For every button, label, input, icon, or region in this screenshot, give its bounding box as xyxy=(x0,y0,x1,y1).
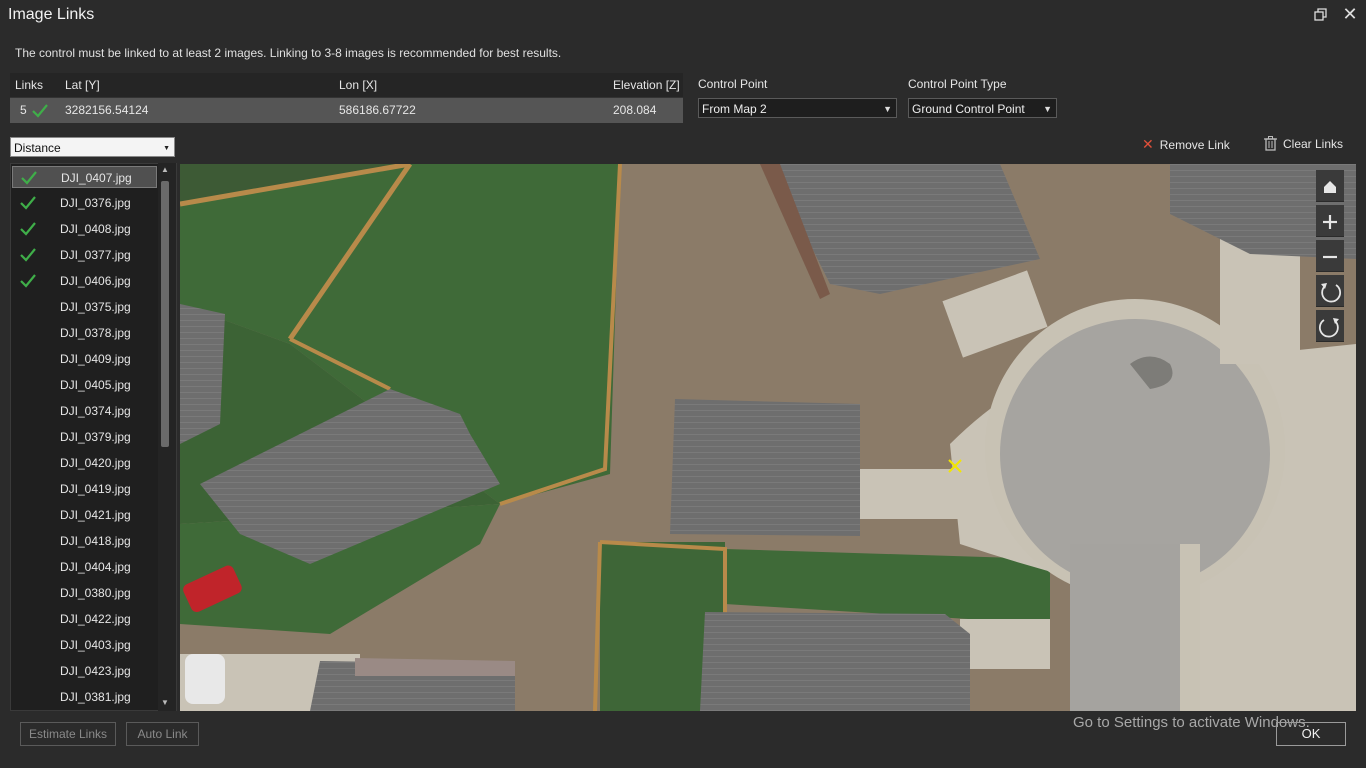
close-icon[interactable]: ✕ xyxy=(1340,5,1360,25)
zoom-in-icon[interactable] xyxy=(1316,205,1344,237)
activate-windows-watermark: Go to Settings to activate Windows. xyxy=(1073,714,1310,731)
list-item[interactable]: DJI_0418.jpg xyxy=(12,530,157,552)
list-item[interactable]: DJI_0404.jpg xyxy=(12,556,157,578)
window-title: Image Links xyxy=(8,6,95,23)
estimate-links-button[interactable]: Estimate Links xyxy=(20,722,116,746)
image-name: DJI_0423.jpg xyxy=(60,664,131,678)
link-check-icon xyxy=(32,102,48,126)
list-item[interactable]: DJI_0380.jpg xyxy=(12,582,157,604)
list-item[interactable]: DJI_0374.jpg xyxy=(12,400,157,422)
check-icon xyxy=(20,192,36,214)
list-item[interactable]: DJI_0381.jpg xyxy=(12,686,157,708)
image-name: DJI_0381.jpg xyxy=(60,690,131,704)
chevron-down-icon: ▼ xyxy=(1043,104,1052,114)
image-name: DJI_0404.jpg xyxy=(60,560,131,574)
image-name: DJI_0375.jpg xyxy=(60,300,131,314)
scroll-thumb[interactable] xyxy=(161,181,169,447)
row-lat: 3282156.54124 xyxy=(65,103,149,117)
control-point-value: From Map 2 xyxy=(702,102,767,116)
zoom-out-icon[interactable] xyxy=(1316,240,1344,272)
list-item[interactable]: DJI_0408.jpg xyxy=(12,218,157,240)
image-name: DJI_0378.jpg xyxy=(60,326,131,340)
list-item[interactable]: DJI_0421.jpg xyxy=(12,504,157,526)
image-name: DJI_0420.jpg xyxy=(60,456,131,470)
remove-link-label: Remove Link xyxy=(1159,138,1230,152)
scroll-up-icon[interactable]: ▲ xyxy=(161,165,169,174)
list-item[interactable]: DJI_0423.jpg xyxy=(12,660,157,682)
check-icon xyxy=(20,218,36,240)
clear-links-label: Clear Links xyxy=(1283,137,1344,151)
chevron-down-icon: ▼ xyxy=(883,104,892,114)
info-text: The control must be linked to at least 2… xyxy=(15,46,562,60)
list-item[interactable]: DJI_0379.jpg xyxy=(12,426,157,448)
trash-icon xyxy=(1264,136,1277,156)
scroll-down-icon[interactable]: ▼ xyxy=(161,698,169,707)
map-view[interactable] xyxy=(180,164,1356,711)
rotate-right-icon[interactable] xyxy=(1316,310,1344,342)
auto-link-button[interactable]: Auto Link xyxy=(126,722,199,746)
list-item[interactable]: DJI_0422.jpg xyxy=(12,608,157,630)
image-name: DJI_0379.jpg xyxy=(60,430,131,444)
row-links-count: 5 xyxy=(20,103,27,117)
control-point-type-value: Ground Control Point xyxy=(912,102,1025,116)
image-name: DJI_0422.jpg xyxy=(60,612,131,626)
image-name: DJI_0407.jpg xyxy=(61,171,132,185)
list-item[interactable]: DJI_0419.jpg xyxy=(12,478,157,500)
image-name: DJI_0403.jpg xyxy=(60,638,131,652)
remove-icon: ✕ xyxy=(1142,136,1154,152)
image-list: DJI_0407.jpg DJI_0376.jpg DJI_0408.jpg DJI_… xyxy=(10,163,177,711)
restore-window-icon[interactable] xyxy=(1312,6,1330,24)
check-icon xyxy=(21,167,37,189)
ok-button[interactable]: OK xyxy=(1276,722,1346,746)
remove-link-button[interactable]: ✕ Remove Link xyxy=(1142,135,1230,154)
image-name: DJI_0419.jpg xyxy=(60,482,131,496)
control-point-type-label: Control Point Type xyxy=(908,77,1007,91)
list-item[interactable]: DJI_0378.jpg xyxy=(12,322,157,344)
list-item[interactable]: DJI_0377.jpg xyxy=(12,244,157,266)
image-name: DJI_0421.jpg xyxy=(60,508,131,522)
image-name: DJI_0418.jpg xyxy=(60,534,131,548)
image-name: DJI_0374.jpg xyxy=(60,404,131,418)
list-item[interactable]: DJI_0409.jpg xyxy=(12,348,157,370)
header-lat[interactable]: Lat [Y] xyxy=(65,73,100,97)
control-point-type-select[interactable]: Ground Control Point ▼ xyxy=(908,98,1057,118)
list-item[interactable]: DJI_0407.jpg xyxy=(12,166,157,188)
list-item[interactable]: DJI_0376.jpg xyxy=(12,192,157,214)
image-name: DJI_0406.jpg xyxy=(60,274,131,288)
image-name: DJI_0408.jpg xyxy=(60,222,131,236)
image-name: DJI_0377.jpg xyxy=(60,248,131,262)
image-name: DJI_0376.jpg xyxy=(60,196,131,210)
control-point-select[interactable]: From Map 2 ▼ xyxy=(698,98,897,118)
list-item[interactable]: DJI_0406.jpg xyxy=(12,270,157,292)
grid-row[interactable]: 5 3282156.54124 586186.67722 208.084 xyxy=(10,98,683,123)
control-point-label: Control Point xyxy=(698,77,768,91)
check-icon xyxy=(20,270,36,292)
row-lon: 586186.67722 xyxy=(339,103,416,117)
chevron-down-icon: ▼ xyxy=(163,145,170,152)
image-name: DJI_0380.jpg xyxy=(60,586,131,600)
image-name: DJI_0405.jpg xyxy=(60,378,131,392)
sort-value: Distance xyxy=(14,141,61,155)
grid-header: Links Lat [Y] Lon [X] Elevation [Z] xyxy=(10,73,683,97)
home-icon[interactable] xyxy=(1316,170,1344,202)
check-icon xyxy=(20,244,36,266)
rotate-left-icon[interactable] xyxy=(1316,275,1344,307)
sort-select[interactable]: Distance ▼ xyxy=(10,137,175,157)
header-elevation[interactable]: Elevation [Z] xyxy=(613,73,680,97)
list-item[interactable]: DJI_0405.jpg xyxy=(12,374,157,396)
header-links[interactable]: Links xyxy=(15,73,43,97)
list-item[interactable]: DJI_0375.jpg xyxy=(12,296,157,318)
list-item[interactable]: DJI_0403.jpg xyxy=(12,634,157,656)
aerial-image xyxy=(180,164,1356,711)
row-elevation: 208.084 xyxy=(613,103,657,117)
list-item[interactable]: DJI_0420.jpg xyxy=(12,452,157,474)
image-name: DJI_0409.jpg xyxy=(60,352,131,366)
links-grid: Links Lat [Y] Lon [X] Elevation [Z] 5 32… xyxy=(10,73,683,123)
header-lon[interactable]: Lon [X] xyxy=(339,73,377,97)
clear-links-button[interactable]: Clear Links xyxy=(1264,135,1343,156)
